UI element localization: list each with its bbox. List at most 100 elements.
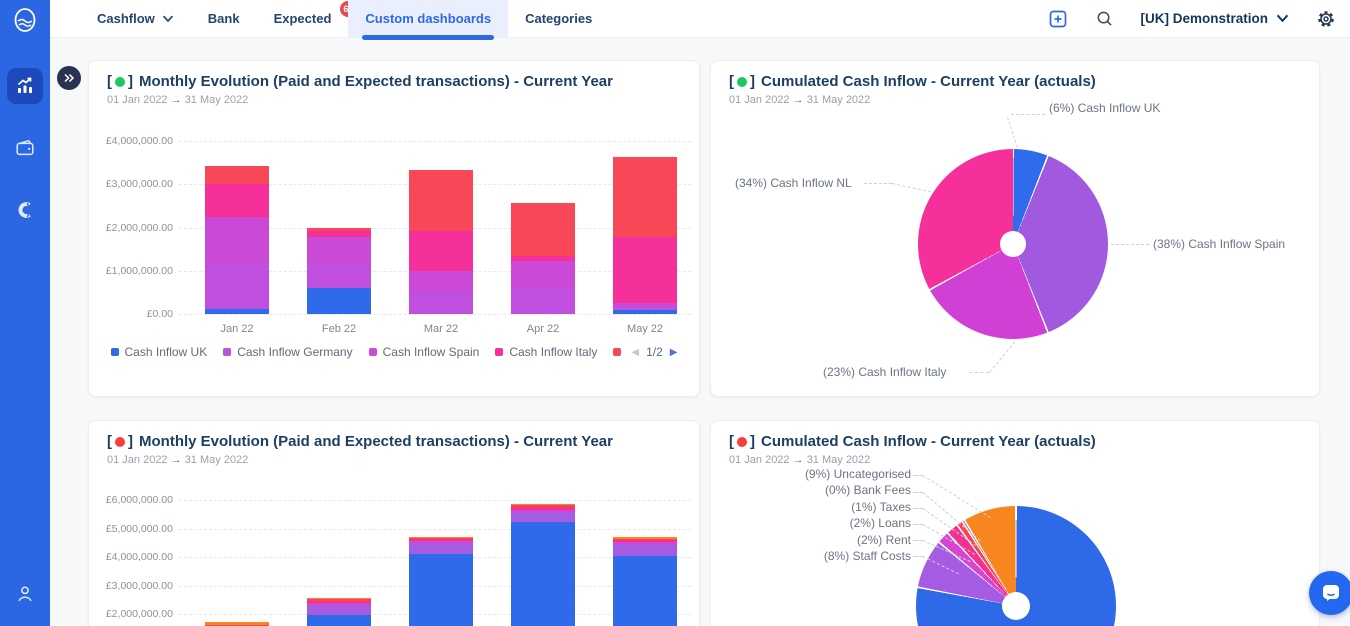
sidebar bbox=[0, 0, 50, 626]
bar-segment bbox=[613, 237, 677, 304]
y-axis-tick: £6,000,000.00 bbox=[105, 494, 173, 506]
bar-segment bbox=[409, 270, 473, 293]
double-chevron-right-icon bbox=[64, 73, 75, 83]
y-axis-tick: £4,000,000.00 bbox=[105, 551, 173, 563]
bar-segment bbox=[409, 230, 473, 271]
bar-segment bbox=[205, 309, 269, 314]
y-axis-tick: £3,000,000.00 bbox=[105, 579, 173, 592]
card-title-text: Monthly Evolution (Paid and Expected tra… bbox=[139, 73, 613, 90]
bar-segment bbox=[511, 504, 575, 507]
card-header: [ ] Monthly Evolution (Paid and Expected… bbox=[107, 433, 613, 466]
search-button[interactable] bbox=[1095, 9, 1114, 28]
chevron-right-icon[interactable]: ▶ bbox=[670, 347, 678, 358]
bar-segment bbox=[613, 306, 677, 310]
bar-segment bbox=[613, 555, 677, 626]
bar-segment bbox=[205, 263, 269, 310]
bar-segment bbox=[307, 615, 371, 626]
bar-segment bbox=[613, 537, 677, 539]
legend-item: Cash Inflow UK bbox=[110, 345, 207, 359]
status-dot bbox=[115, 436, 125, 447]
legend-page-indicator: 1/2 bbox=[646, 345, 663, 359]
card-monthly-evolution-outflow: [ ] Monthly Evolution (Paid and Expected… bbox=[88, 420, 700, 626]
pie-center-hole bbox=[1002, 592, 1030, 620]
chevron-left-icon[interactable]: ◀ bbox=[631, 347, 639, 358]
settings-button[interactable] bbox=[1316, 9, 1336, 29]
bar-segment bbox=[409, 169, 473, 231]
legend-swatch bbox=[495, 348, 504, 356]
sidebar-item-analytics[interactable] bbox=[7, 68, 43, 104]
bar-segment bbox=[613, 544, 677, 556]
tab-expected[interactable]: Expected61 bbox=[257, 0, 357, 37]
pie-slice-label: (8%) Staff Costs bbox=[823, 549, 911, 563]
sidebar-item-bank-wallet[interactable] bbox=[7, 130, 43, 166]
company-switcher[interactable]: [UK] Demonstration bbox=[1141, 11, 1290, 26]
app-root: CashflowBankExpected61Custom dashboardsC… bbox=[0, 0, 1350, 626]
bar-segment bbox=[511, 255, 575, 261]
bar-segment bbox=[205, 165, 269, 184]
card-monthly-evolution-inflow: [ ] Monthly Evolution (Paid and Expected… bbox=[88, 60, 700, 397]
tab-custom-dashboards[interactable]: Custom dashboards bbox=[348, 0, 509, 40]
bar-segment bbox=[613, 542, 677, 545]
arrow-right-icon: → bbox=[792, 94, 804, 106]
y-axis-tick: £0.00 bbox=[146, 308, 173, 320]
bar-segment bbox=[511, 522, 575, 626]
pie-leader-line bbox=[891, 183, 932, 193]
pie-slice-label: (2%) Rent bbox=[856, 532, 911, 547]
pie-slice-label: (0%) Bank Fees bbox=[824, 483, 911, 498]
dashboard-content: [ ] Monthly Evolution (Paid and Expected… bbox=[50, 38, 1350, 626]
pie-leader-line bbox=[1007, 117, 1018, 148]
card-title: [ ] Monthly Evolution (Paid and Expected… bbox=[107, 73, 613, 90]
card-title: [ ] Cumulated Cash Inflow - Current Year… bbox=[729, 433, 1096, 450]
pie-leader-line bbox=[922, 475, 991, 519]
gear-icon bbox=[1318, 10, 1334, 27]
x-axis-tick: Mar 22 bbox=[423, 323, 459, 335]
bar-segment bbox=[409, 540, 473, 543]
bar-segment bbox=[409, 537, 473, 539]
pie-slice-label: (23%) Cash Inflow Italy bbox=[823, 365, 947, 379]
sidebar-expand-button[interactable] bbox=[57, 66, 81, 90]
card-cumulated-inflow-pie: [ ] Cumulated Cash Inflow - Current Year… bbox=[710, 60, 1320, 397]
legend-pagination: ◀ 1/2 ▶ bbox=[631, 345, 677, 359]
tab-cashflow[interactable]: Cashflow bbox=[80, 0, 191, 37]
x-axis-tick: Apr 22 bbox=[526, 323, 560, 335]
bracket: ] bbox=[750, 433, 755, 450]
bar-segment bbox=[613, 538, 677, 541]
chat-bubble-icon bbox=[1323, 585, 1339, 601]
bracket: [ bbox=[107, 433, 112, 450]
bar-segment bbox=[511, 203, 575, 256]
y-axis-tick: £3,000,000.00 bbox=[105, 178, 173, 191]
bracket: [ bbox=[107, 73, 112, 90]
add-widget-icon bbox=[1049, 10, 1066, 27]
tab-bank[interactable]: Bank bbox=[191, 0, 257, 37]
pie-slice-label: (34%) Cash Inflow NL bbox=[735, 176, 852, 190]
bar-segment bbox=[307, 598, 371, 600]
card-date-range: 01 Jan 2022 → 31 May 2022 bbox=[729, 94, 871, 106]
bar-segment bbox=[307, 262, 371, 289]
sidebar-item-user[interactable] bbox=[7, 576, 43, 612]
bar-segment bbox=[511, 260, 575, 288]
add-widget-button[interactable] bbox=[1048, 9, 1068, 29]
card-date-range: 01 Jan 2022 → 31 May 2022 bbox=[729, 454, 871, 466]
bar-segment bbox=[511, 512, 575, 523]
legend-swatch bbox=[368, 348, 377, 356]
card-date-range: 01 Jan 2022 → 31 May 2022 bbox=[107, 454, 249, 466]
pie-leader-line bbox=[1011, 114, 1045, 115]
bar-segment bbox=[307, 602, 371, 605]
chat-launcher-button[interactable] bbox=[1309, 571, 1350, 615]
chart-legend: Cash Inflow UK Cash Inflow Germany Cash In… bbox=[89, 345, 699, 359]
bar-segment bbox=[307, 600, 371, 603]
arrow-right-icon: → bbox=[170, 454, 182, 466]
bar-segment bbox=[409, 539, 473, 541]
tab-categories[interactable]: Categories bbox=[508, 0, 609, 37]
bar-segment bbox=[307, 604, 371, 616]
bracket: ] bbox=[750, 73, 755, 90]
bracket: ] bbox=[128, 433, 133, 450]
company-name: [UK] Demonstration bbox=[1140, 11, 1269, 26]
brand-logo[interactable] bbox=[0, 0, 50, 40]
sidebar-item-magnet[interactable] bbox=[7, 192, 43, 228]
bar-segment bbox=[409, 553, 473, 626]
pie-leader-line bbox=[864, 183, 892, 184]
topbar-actions: [UK] Demonstration bbox=[1048, 0, 1350, 37]
bracket: ] bbox=[128, 73, 133, 90]
x-axis-tick: Feb 22 bbox=[321, 323, 357, 335]
